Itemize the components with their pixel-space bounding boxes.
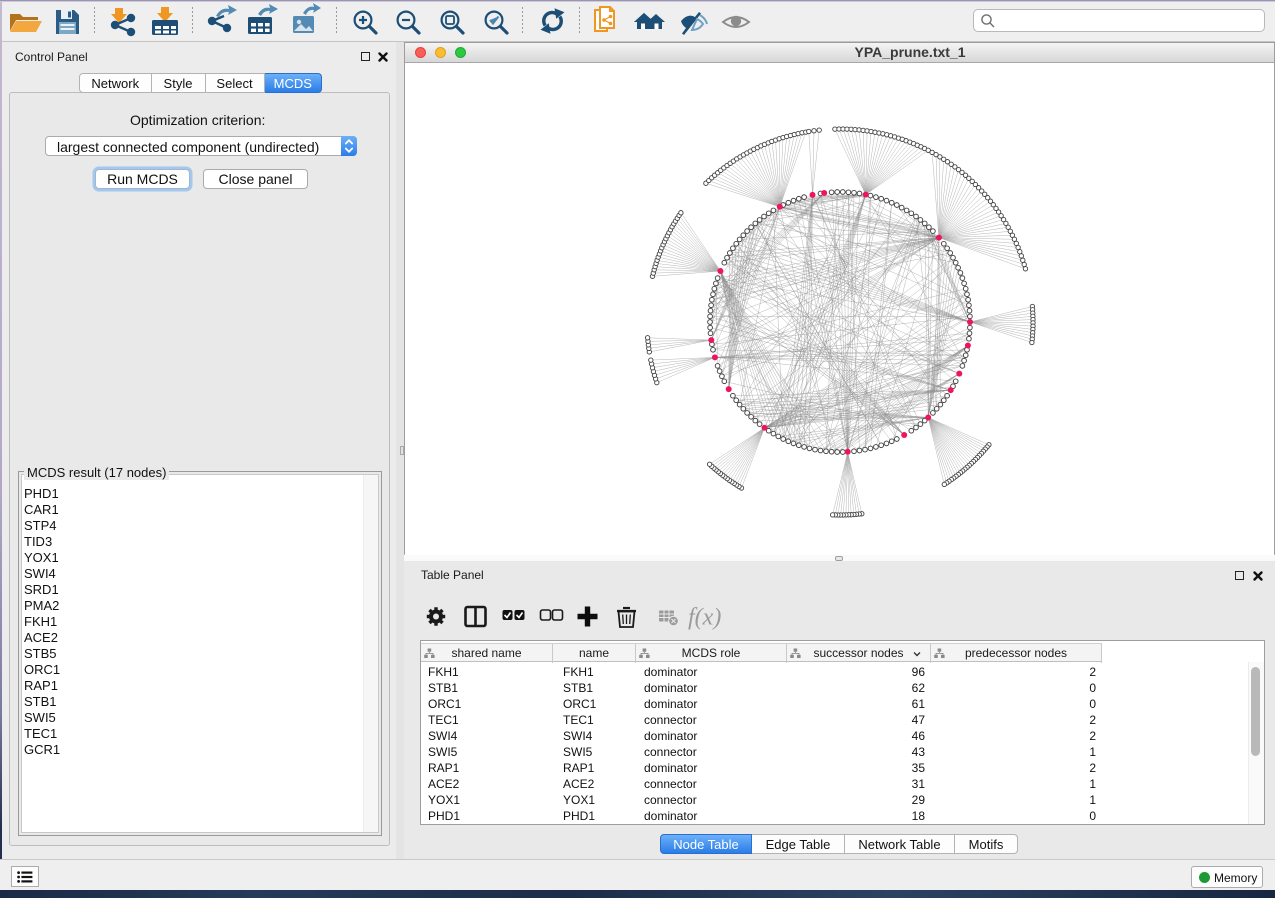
svg-text:f(x): f(x) xyxy=(688,605,721,631)
